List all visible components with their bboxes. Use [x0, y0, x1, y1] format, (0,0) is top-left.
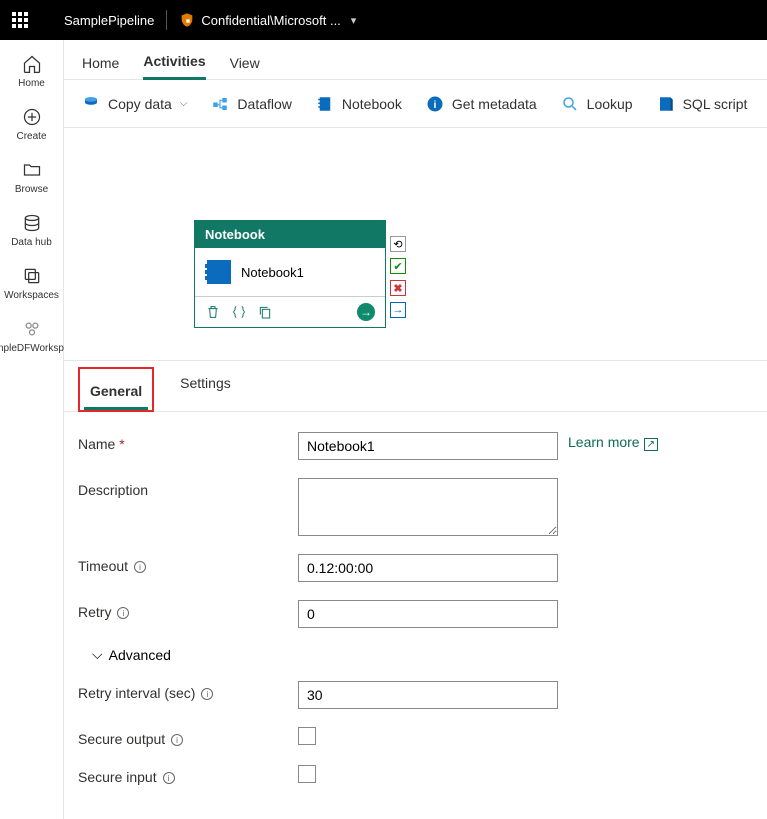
- rail-datahub[interactable]: Data hub: [2, 213, 62, 248]
- notebook-activity-card[interactable]: Notebook Notebook1 →: [194, 220, 386, 328]
- braces-icon[interactable]: [231, 304, 247, 320]
- get-metadata-button[interactable]: i Get metadata: [426, 95, 537, 113]
- advanced-toggle[interactable]: ⌵ Advanced: [92, 646, 767, 663]
- run-icon[interactable]: →: [357, 303, 375, 321]
- chevron-down-icon[interactable]: ▾: [351, 14, 357, 27]
- rail-workspaces[interactable]: Workspaces: [2, 266, 62, 301]
- sensitivity-label[interactable]: Confidential\Microsoft ...: [201, 13, 340, 28]
- pipeline-name: SamplePipeline: [64, 13, 154, 28]
- workspaces-icon: [22, 266, 42, 286]
- dataflow-icon: [211, 95, 229, 113]
- dataflow-button[interactable]: Dataflow: [211, 95, 291, 113]
- left-rail: Home Create Browse Data hub Workspaces S…: [0, 40, 64, 819]
- shield-icon: [179, 12, 195, 28]
- sql-icon: [657, 95, 675, 113]
- waffle-icon[interactable]: [12, 12, 28, 28]
- info-icon[interactable]: i: [171, 734, 183, 746]
- rail-browse[interactable]: Browse: [2, 160, 62, 195]
- workspace-icon: [22, 319, 42, 339]
- copy-data-button[interactable]: Copy data ⌵: [82, 95, 187, 113]
- chevron-down-icon: ⌵: [180, 98, 188, 109]
- sql-script-button[interactable]: SQL script: [657, 95, 748, 113]
- fail-connector-icon[interactable]: ✖: [390, 280, 406, 296]
- database-icon: [22, 213, 42, 233]
- home-icon: [22, 54, 42, 74]
- success-connector-icon[interactable]: ✔: [390, 258, 406, 274]
- notebook-icon: [316, 95, 334, 113]
- info-icon[interactable]: i: [201, 688, 213, 700]
- rail-create[interactable]: Create: [2, 107, 62, 142]
- activity-connectors: ⟲ ✔ ✖ →: [390, 236, 406, 318]
- tab-activities[interactable]: Activities: [143, 53, 205, 80]
- pipeline-canvas[interactable]: Notebook Notebook1 → ⟲ ✔ ✖: [64, 128, 767, 360]
- retry-interval-input[interactable]: [298, 681, 558, 709]
- notebook-icon: [207, 260, 231, 284]
- secure-input-checkbox[interactable]: [298, 765, 316, 783]
- completion-connector-icon[interactable]: →: [390, 302, 406, 318]
- secure-input-label: Secure input i: [78, 765, 298, 785]
- secure-output-label: Secure output i: [78, 727, 298, 747]
- lookup-button[interactable]: Lookup: [561, 95, 633, 113]
- props-tab-general[interactable]: General: [84, 373, 148, 410]
- timeout-input[interactable]: [298, 554, 558, 582]
- chevron-down-icon: ⌵: [92, 646, 103, 663]
- separator: [166, 10, 167, 30]
- copy-icon[interactable]: [257, 304, 273, 320]
- retry-interval-label: Retry interval (sec) i: [78, 681, 298, 701]
- timeout-label: Timeout i: [78, 554, 298, 574]
- description-label: Description: [78, 478, 298, 498]
- props-tab-settings[interactable]: Settings: [174, 365, 237, 412]
- tab-view[interactable]: View: [230, 55, 260, 79]
- info-icon[interactable]: i: [117, 607, 129, 619]
- rail-home[interactable]: Home: [2, 54, 62, 89]
- tab-home[interactable]: Home: [82, 55, 119, 79]
- ribbon-tabs: Home Activities View: [64, 40, 767, 80]
- folder-icon: [22, 160, 42, 180]
- info-icon[interactable]: i: [163, 772, 175, 784]
- external-link-icon: ↗: [644, 438, 658, 451]
- retry-input[interactable]: [298, 600, 558, 628]
- top-bar: SamplePipeline Confidential\Microsoft ..…: [0, 0, 767, 40]
- activities-toolbar: Copy data ⌵ Dataflow Notebook i Get meta…: [64, 80, 767, 128]
- name-label: Name *: [78, 432, 298, 452]
- notebook-button[interactable]: Notebook: [316, 95, 402, 113]
- search-icon: [561, 95, 579, 113]
- secure-output-checkbox[interactable]: [298, 727, 316, 745]
- retry-label: Retry i: [78, 600, 298, 620]
- info-icon[interactable]: i: [134, 561, 146, 573]
- general-tab-highlight: General: [78, 367, 154, 412]
- copy-data-icon: [82, 95, 100, 113]
- name-input[interactable]: [298, 432, 558, 460]
- activity-name: Notebook1: [241, 265, 304, 280]
- plus-circle-icon: [22, 107, 42, 127]
- properties-panel: General Settings Learn more↗ Name * Desc…: [64, 360, 767, 819]
- learn-more-link[interactable]: Learn more↗: [568, 434, 658, 450]
- activity-header: Notebook: [195, 221, 385, 248]
- activity-actions: →: [195, 296, 385, 327]
- info-icon: i: [426, 95, 444, 113]
- rail-sample-workspace[interactable]: SampleDFWorkspace: [2, 319, 62, 354]
- deactivate-icon[interactable]: ⟲: [390, 236, 406, 252]
- delete-icon[interactable]: [205, 304, 221, 320]
- description-input[interactable]: [298, 478, 558, 536]
- svg-text:i: i: [433, 98, 436, 110]
